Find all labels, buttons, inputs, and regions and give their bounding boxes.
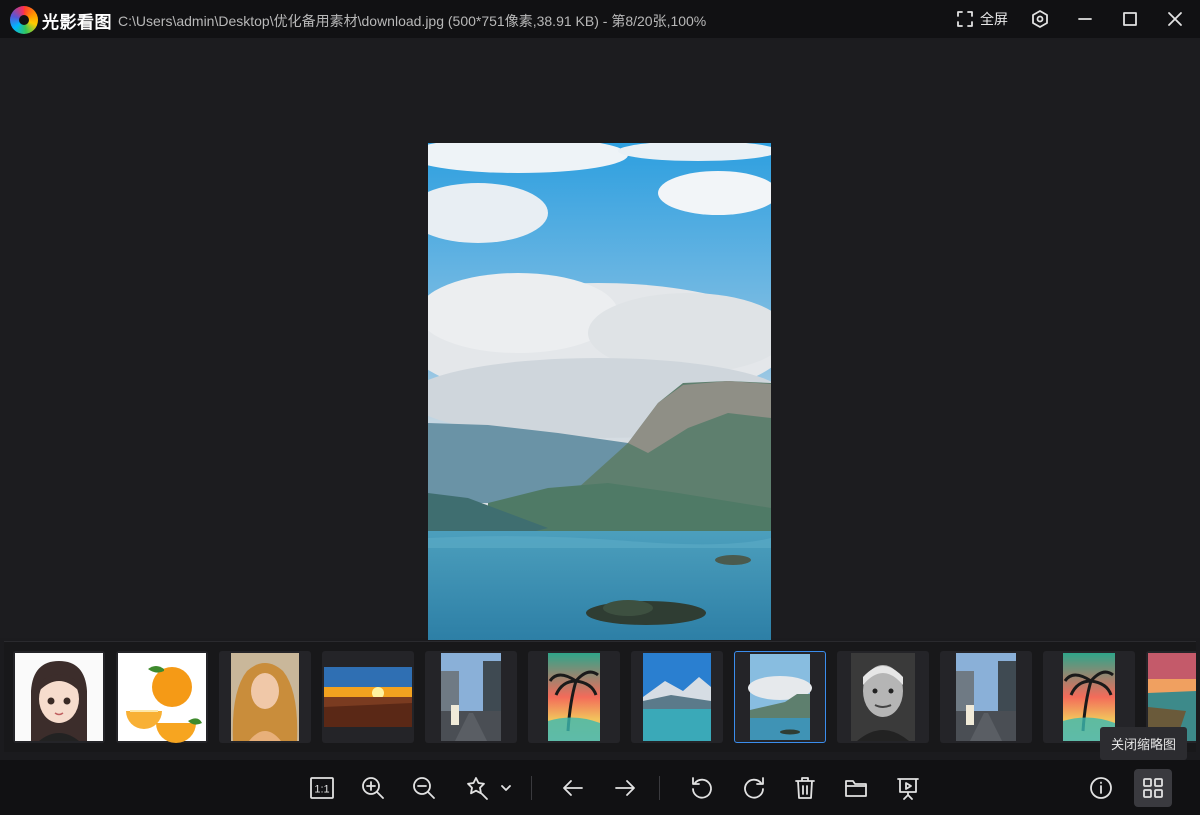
folder-icon xyxy=(845,780,867,797)
enhance-dropdown-button[interactable] xyxy=(494,770,518,806)
thumbnail[interactable] xyxy=(425,651,517,743)
thumbnail[interactable] xyxy=(940,651,1032,743)
settings-button[interactable] xyxy=(1026,6,1054,32)
sunset-field-thumb-image xyxy=(324,667,412,727)
previous-image-button[interactable] xyxy=(555,770,591,806)
app-logo-icon xyxy=(10,6,38,34)
slideshow-button[interactable] xyxy=(890,770,926,806)
info-icon xyxy=(1090,777,1112,799)
magic-enhance-icon xyxy=(467,777,488,800)
fullscreen-button[interactable]: 全屏 xyxy=(956,9,1008,29)
delete-button[interactable] xyxy=(787,770,823,806)
maximize-icon xyxy=(1123,12,1137,26)
cartoon-girl-thumb-image xyxy=(15,653,103,741)
thumbnail[interactable] xyxy=(631,651,723,743)
close-button[interactable] xyxy=(1161,6,1189,32)
toolbar-divider xyxy=(659,776,660,800)
thumbnail[interactable] xyxy=(528,651,620,743)
thumbnail-toggle-button[interactable] xyxy=(1134,769,1172,807)
lake-mountains-thumb-image xyxy=(643,653,711,741)
next-image-button[interactable] xyxy=(607,770,643,806)
magic-enhance-button[interactable] xyxy=(458,770,494,806)
delete-icon xyxy=(795,777,815,799)
app-name: 光影看图 xyxy=(42,13,112,32)
main-photo[interactable] xyxy=(428,143,771,640)
grid-icon xyxy=(1143,778,1163,798)
zoom-in-icon xyxy=(362,777,384,799)
thumbnail-selected[interactable] xyxy=(734,651,826,743)
thumbnail[interactable] xyxy=(322,651,414,743)
minimize-button[interactable] xyxy=(1071,6,1099,32)
slideshow-icon xyxy=(897,778,919,800)
blonde-woman-thumb-image xyxy=(231,653,299,741)
street-scene-thumb-image xyxy=(441,653,501,741)
thumbnail[interactable] xyxy=(13,651,105,743)
actual-size-icon: 1:1 xyxy=(310,777,334,799)
lake-landscape-image xyxy=(428,143,771,640)
thumbnail[interactable] xyxy=(837,651,929,743)
rotate-left-button[interactable] xyxy=(684,770,720,806)
street-scene-thumb-image xyxy=(956,653,1016,741)
title-bar: 光影看图 C:\Users\admin\Desktop\优化备用素材\downl… xyxy=(0,0,1200,38)
minimize-icon xyxy=(1078,18,1092,20)
lake-landscape-thumb-image xyxy=(748,654,812,740)
open-folder-button[interactable] xyxy=(838,770,874,806)
oranges-thumb-image xyxy=(118,653,206,743)
old-man-portrait-thumb-image xyxy=(851,653,915,741)
info-button[interactable] xyxy=(1083,770,1119,806)
bottom-toolbar: 1:1 xyxy=(0,760,1200,815)
fullscreen-label: 全屏 xyxy=(980,11,1008,27)
zoom-out-button[interactable] xyxy=(406,770,442,806)
toolbar-divider xyxy=(531,776,532,800)
tooltip: 关闭缩略图 xyxy=(1100,727,1188,760)
thumbnail-strip[interactable] xyxy=(4,641,1196,752)
rotate-right-icon xyxy=(744,777,764,799)
zoom-in-button[interactable] xyxy=(355,770,391,806)
maximize-button[interactable] xyxy=(1116,6,1144,32)
thumbnail[interactable] xyxy=(116,651,208,743)
svg-text:1:1: 1:1 xyxy=(314,784,329,796)
chevron-down-icon xyxy=(501,785,511,791)
actual-size-button[interactable]: 1:1 xyxy=(304,770,340,806)
image-viewer[interactable] xyxy=(0,38,1200,640)
file-path-title: C:\Users\admin\Desktop\优化备用素材\download.j… xyxy=(118,13,707,29)
zoom-out-icon xyxy=(413,777,435,799)
close-icon xyxy=(1168,12,1182,26)
next-arrow-icon xyxy=(615,780,635,796)
previous-arrow-icon xyxy=(563,780,583,796)
rotate-right-button[interactable] xyxy=(736,770,772,806)
hexagon-settings-icon xyxy=(1032,10,1048,28)
rotate-left-icon xyxy=(692,777,712,799)
fullscreen-icon xyxy=(957,11,973,27)
palm-beach-thumb-image xyxy=(548,653,600,741)
thumbnail[interactable] xyxy=(219,651,311,743)
